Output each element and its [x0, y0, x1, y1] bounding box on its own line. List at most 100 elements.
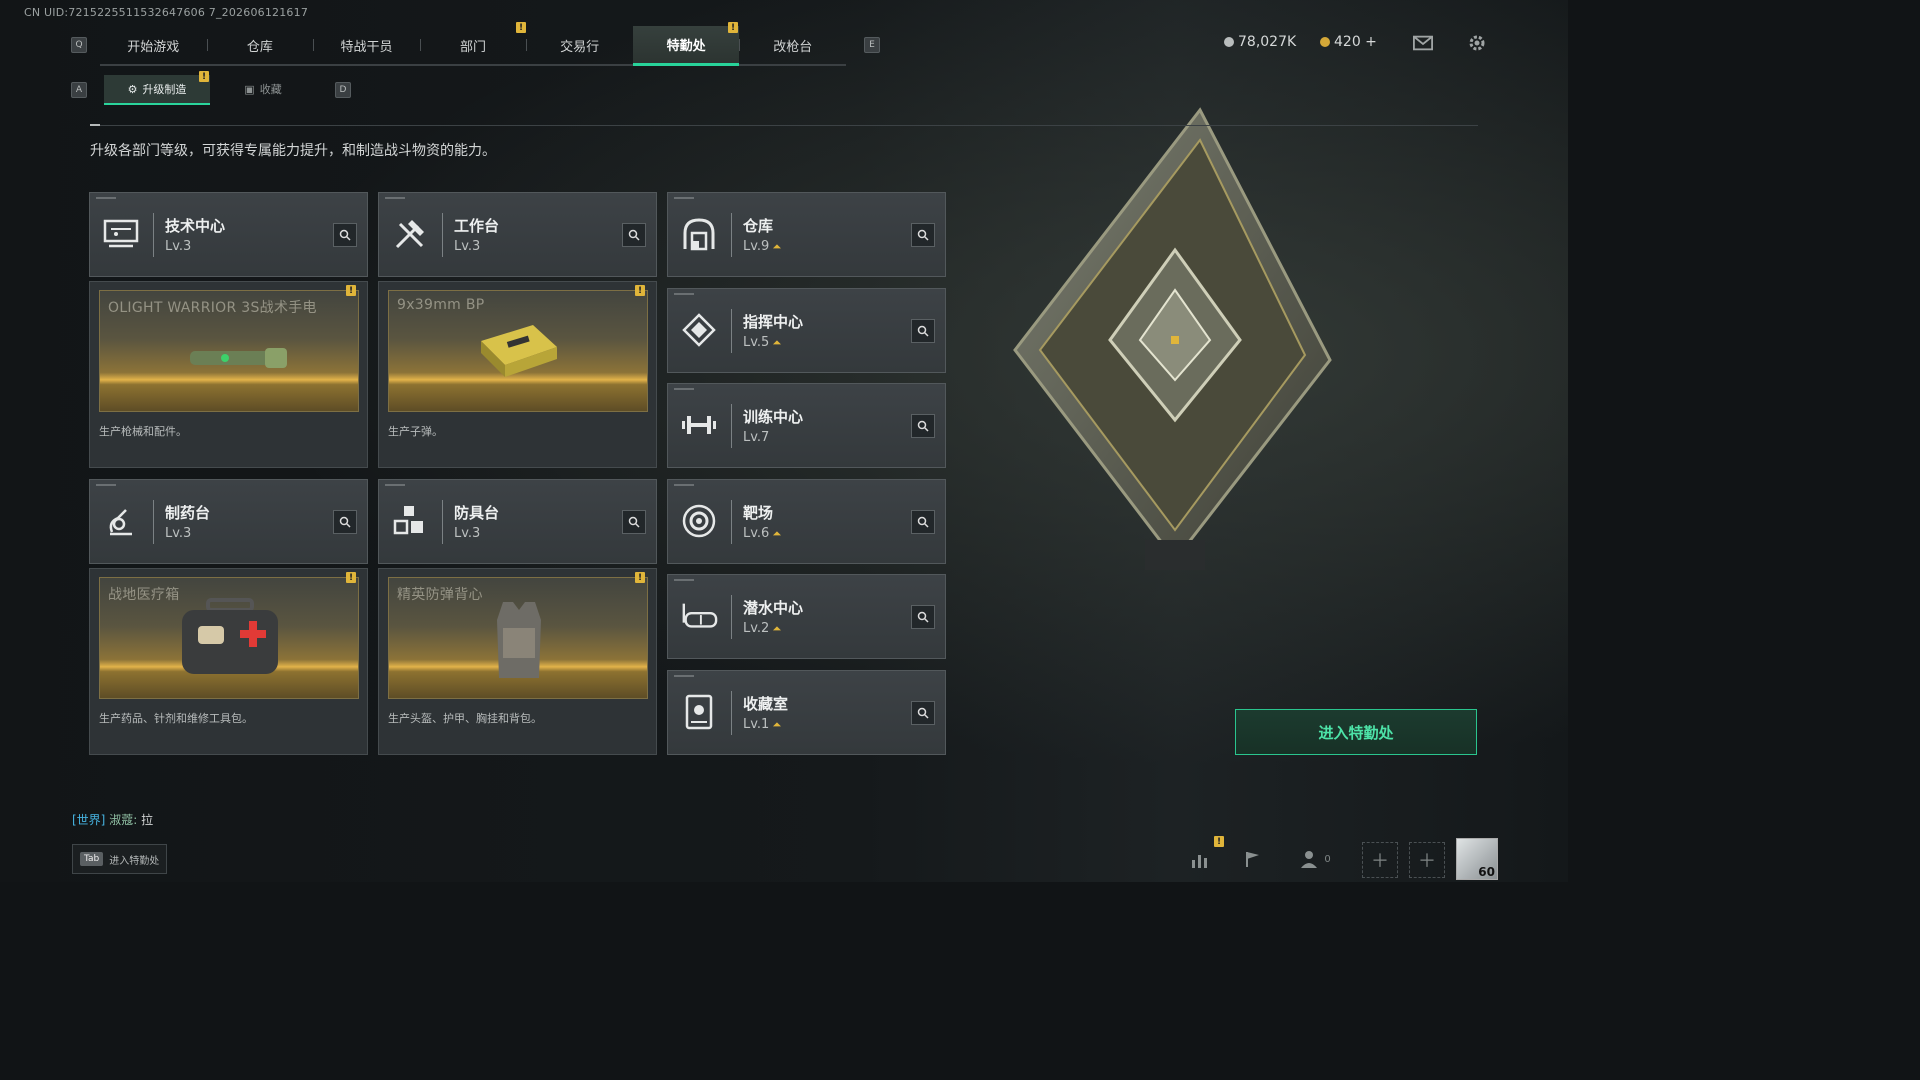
tab-start-game[interactable]: 开始游戏 [100, 26, 207, 64]
card-separator [731, 404, 732, 448]
upgrade-available-icon: ⏶ [772, 336, 782, 349]
card-cap [674, 675, 694, 677]
friends-button[interactable]: 0 [1296, 842, 1336, 876]
upgrade-craft-alert-badge: ! [199, 71, 209, 82]
player-uid: CN UID:7215225511532647606 7_20260612161… [24, 6, 309, 19]
facility-card-pharmacy[interactable]: 制药台 Lv.3 [89, 479, 368, 564]
add-teammate-slot-2[interactable]: ＋ [1409, 842, 1445, 878]
production-slot-armor[interactable]: 精英防弹背心 ! 生产头盔、护甲、胸挂和背包。 [378, 568, 657, 755]
nav-left-key-hint: Q [71, 37, 87, 53]
facility-card-shooting-range[interactable]: 靶场 Lv.6 ⏶ [667, 479, 946, 564]
settings-gear-icon[interactable] [1467, 33, 1487, 53]
enter-special-ops-button[interactable]: 进入特勤处 [1235, 709, 1477, 755]
facility-card-workbench[interactable]: 工作台 Lv.3 [378, 192, 657, 277]
facility-level: Lv.2 [743, 621, 770, 636]
facility-card-collection-room[interactable]: 收藏室 Lv.1 ⏶ [667, 670, 946, 755]
divider [90, 124, 1478, 126]
friends-count: 0 [1324, 853, 1331, 865]
tab-trading[interactable]: 交易行 [526, 26, 633, 64]
facility-level: Lv.3 [454, 239, 481, 254]
facility-card-command-center[interactable]: 指挥中心 Lv.5 ⏶ [667, 288, 946, 373]
inspect-search-icon[interactable] [622, 223, 646, 247]
subtab-collection[interactable]: ▣ 收藏 [210, 75, 316, 103]
page-description: 升级各部门等级，可获得专属能力提升，和制造战斗物资的能力。 [90, 143, 496, 159]
card-cap [385, 484, 405, 486]
inspect-search-icon[interactable] [911, 414, 935, 438]
card-cap [674, 579, 694, 581]
inspect-search-icon[interactable] [911, 319, 935, 343]
inspect-search-icon[interactable] [333, 223, 357, 247]
upgrade-gear-icon: ⚙ [127, 82, 138, 96]
facility-level-row: Lv.2 ⏶ [743, 621, 781, 636]
inspect-search-icon[interactable] [622, 510, 646, 534]
production-slot-tech[interactable]: OLIGHT WARRIOR 3S战术手电 ! 生产枪械和配件。 [89, 281, 368, 468]
production-item-name: 战地医疗箱 [108, 587, 180, 603]
tab-warehouse[interactable]: 仓库 [206, 26, 314, 64]
inspect-search-icon[interactable] [911, 510, 935, 534]
production-slot-workbench[interactable]: 9x39mm BP ! 生产子弹。 [378, 281, 657, 468]
facility-name: 训练中心 [743, 408, 804, 426]
production-description: 生产药品、针剂和维修工具包。 [99, 712, 253, 725]
card-cap [674, 484, 694, 486]
inspect-search-icon[interactable] [911, 223, 935, 247]
facility-level: Lv.5 [743, 335, 770, 350]
card-cap [674, 197, 694, 199]
silver-coin-icon [1224, 37, 1234, 47]
production-description: 生产子弹。 [388, 425, 443, 438]
special-ops-alert-badge: ! [728, 22, 738, 33]
facility-level: Lv.6 [743, 526, 770, 541]
card-separator [731, 595, 732, 639]
subtab-upgrade-craft[interactable]: ⚙ 升级制造 [104, 75, 210, 105]
facility-level: Lv.9 [743, 239, 770, 254]
player-avatar[interactable]: 60 [1456, 838, 1498, 880]
card-cap [96, 197, 116, 199]
facility-card-training-center[interactable]: 训练中心 Lv.7 [667, 383, 946, 468]
vest-item-image [497, 602, 541, 678]
subtabs: ⚙ 升级制造 ▣ 收藏 [104, 75, 316, 105]
gold-coin-icon [1320, 37, 1330, 47]
production-item-name: 9x39mm BP [397, 297, 485, 313]
card-separator [731, 500, 732, 544]
chat-channel: [世界] [72, 813, 106, 827]
card-cap [96, 484, 116, 486]
inspect-search-icon[interactable] [333, 510, 357, 534]
ammo-box-item-image [481, 325, 557, 377]
inspect-search-icon[interactable] [911, 701, 935, 725]
facility-card-storage[interactable]: 仓库 Lv.9 ⏶ [667, 192, 946, 277]
tab-key-hint[interactable]: Tab 进入特勤处 [72, 844, 167, 874]
tab-key-label: 进入特勤处 [109, 855, 160, 867]
tab-special-ops[interactable]: 特勤处 [632, 26, 740, 66]
facility-cube-illustration [1013, 107, 1332, 570]
facility-card-armor-bench[interactable]: 防具台 Lv.3 [378, 479, 657, 564]
facility-level-row: Lv.5 ⏶ [743, 335, 781, 350]
add-teammate-slot-1[interactable]: ＋ [1362, 842, 1398, 878]
mail-icon[interactable] [1413, 33, 1433, 53]
facility-card-diving-center[interactable]: 潜水中心 Lv.2 ⏶ [667, 574, 946, 659]
facility-name: 防具台 [454, 504, 500, 522]
facility-name: 制药台 [165, 504, 211, 522]
production-alert-badge: ! [635, 285, 645, 296]
facility-card-tech-center[interactable]: 技术中心 Lv.3 [89, 192, 368, 277]
storage-hangar-icon [680, 215, 718, 253]
card-cap [385, 197, 405, 199]
pharmacy-flask-icon [102, 502, 140, 540]
stats-bar-chart-icon[interactable] [1184, 842, 1218, 876]
world-chat-line[interactable]: [世界] 淑蔻: 拉 [72, 811, 153, 828]
nav-right-key-hint: E [864, 37, 880, 53]
inspect-search-icon[interactable] [911, 605, 935, 629]
upgrade-available-icon: ⏶ [772, 240, 782, 253]
flag-icon[interactable] [1236, 842, 1270, 876]
production-preview: 战地医疗箱 [99, 577, 359, 699]
tab-operators[interactable]: 特战干员 [313, 26, 420, 64]
production-slot-pharmacy[interactable]: 战地医疗箱 ! 生产药品、针剂和维修工具包。 [89, 568, 368, 755]
tab-gunsmith[interactable]: 改枪台 [739, 26, 846, 64]
subtab-upgrade-craft-label: 升级制造 [142, 83, 187, 96]
card-separator [442, 500, 443, 544]
stats-alert-badge: ! [1214, 836, 1224, 847]
shooting-range-target-icon [680, 502, 718, 540]
facility-name: 收藏室 [743, 695, 789, 713]
silver-amount: 78,027K [1238, 34, 1297, 50]
facility-name: 仓库 [743, 217, 774, 235]
gold-currency[interactable]: 420 + [1320, 34, 1377, 50]
tab-departments[interactable]: 部门 [419, 26, 527, 64]
